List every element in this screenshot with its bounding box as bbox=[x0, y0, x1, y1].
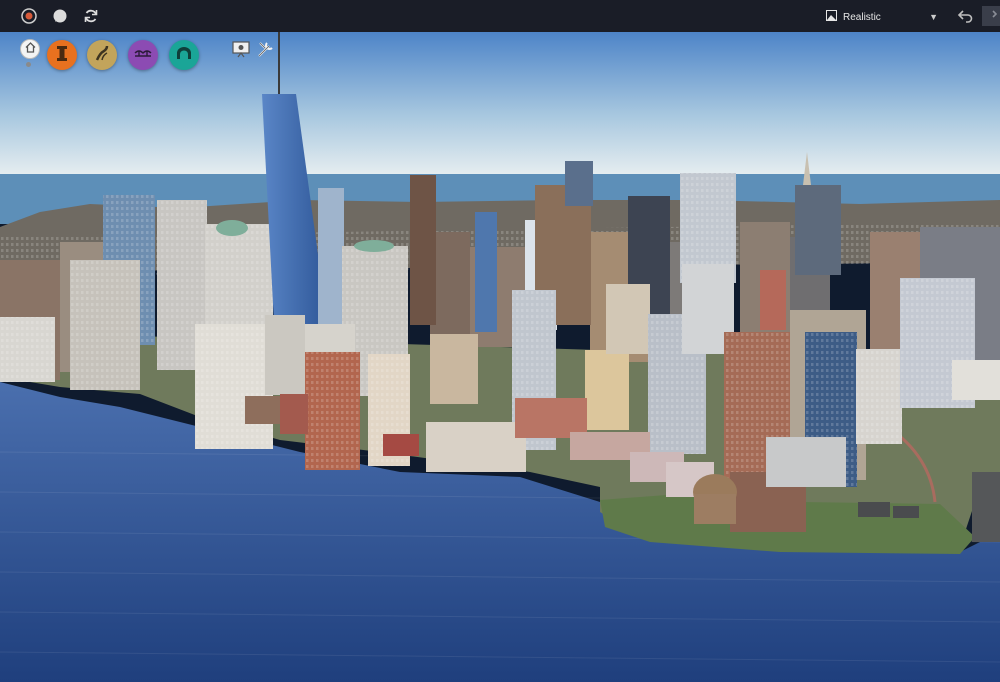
roads-layer-button[interactable] bbox=[87, 40, 117, 70]
home-icon bbox=[25, 40, 36, 58]
presentation-icon bbox=[232, 40, 250, 63]
tunnels-layer-button[interactable] bbox=[169, 40, 199, 70]
home-indicator-dot bbox=[26, 62, 31, 67]
bridge-icon bbox=[134, 46, 152, 64]
presentation-button[interactable] bbox=[230, 40, 252, 62]
tools-button[interactable] bbox=[255, 40, 277, 62]
tools-icon bbox=[257, 40, 275, 63]
bridges-layer-button[interactable] bbox=[128, 40, 158, 70]
user-icon[interactable] bbox=[19, 6, 39, 26]
road-icon bbox=[94, 45, 110, 66]
render-mode-label: Realistic bbox=[843, 11, 881, 23]
top-toolbar: Realistic ▼ bbox=[0, 0, 1000, 33]
landmarks-layer-button[interactable] bbox=[47, 40, 77, 70]
redo-icon[interactable] bbox=[982, 6, 1000, 26]
city-3d-view[interactable] bbox=[0, 32, 1000, 682]
tower-icon bbox=[54, 44, 70, 67]
chat-icon[interactable] bbox=[50, 6, 70, 26]
image-icon bbox=[826, 10, 837, 24]
chevron-down-icon: ▼ bbox=[929, 12, 938, 22]
render-mode-dropdown[interactable]: Realistic ▼ bbox=[826, 7, 938, 27]
home-button[interactable] bbox=[20, 39, 40, 59]
undo-icon[interactable] bbox=[955, 6, 975, 26]
refresh-icon[interactable] bbox=[81, 6, 101, 26]
tunnel-icon bbox=[175, 46, 193, 65]
